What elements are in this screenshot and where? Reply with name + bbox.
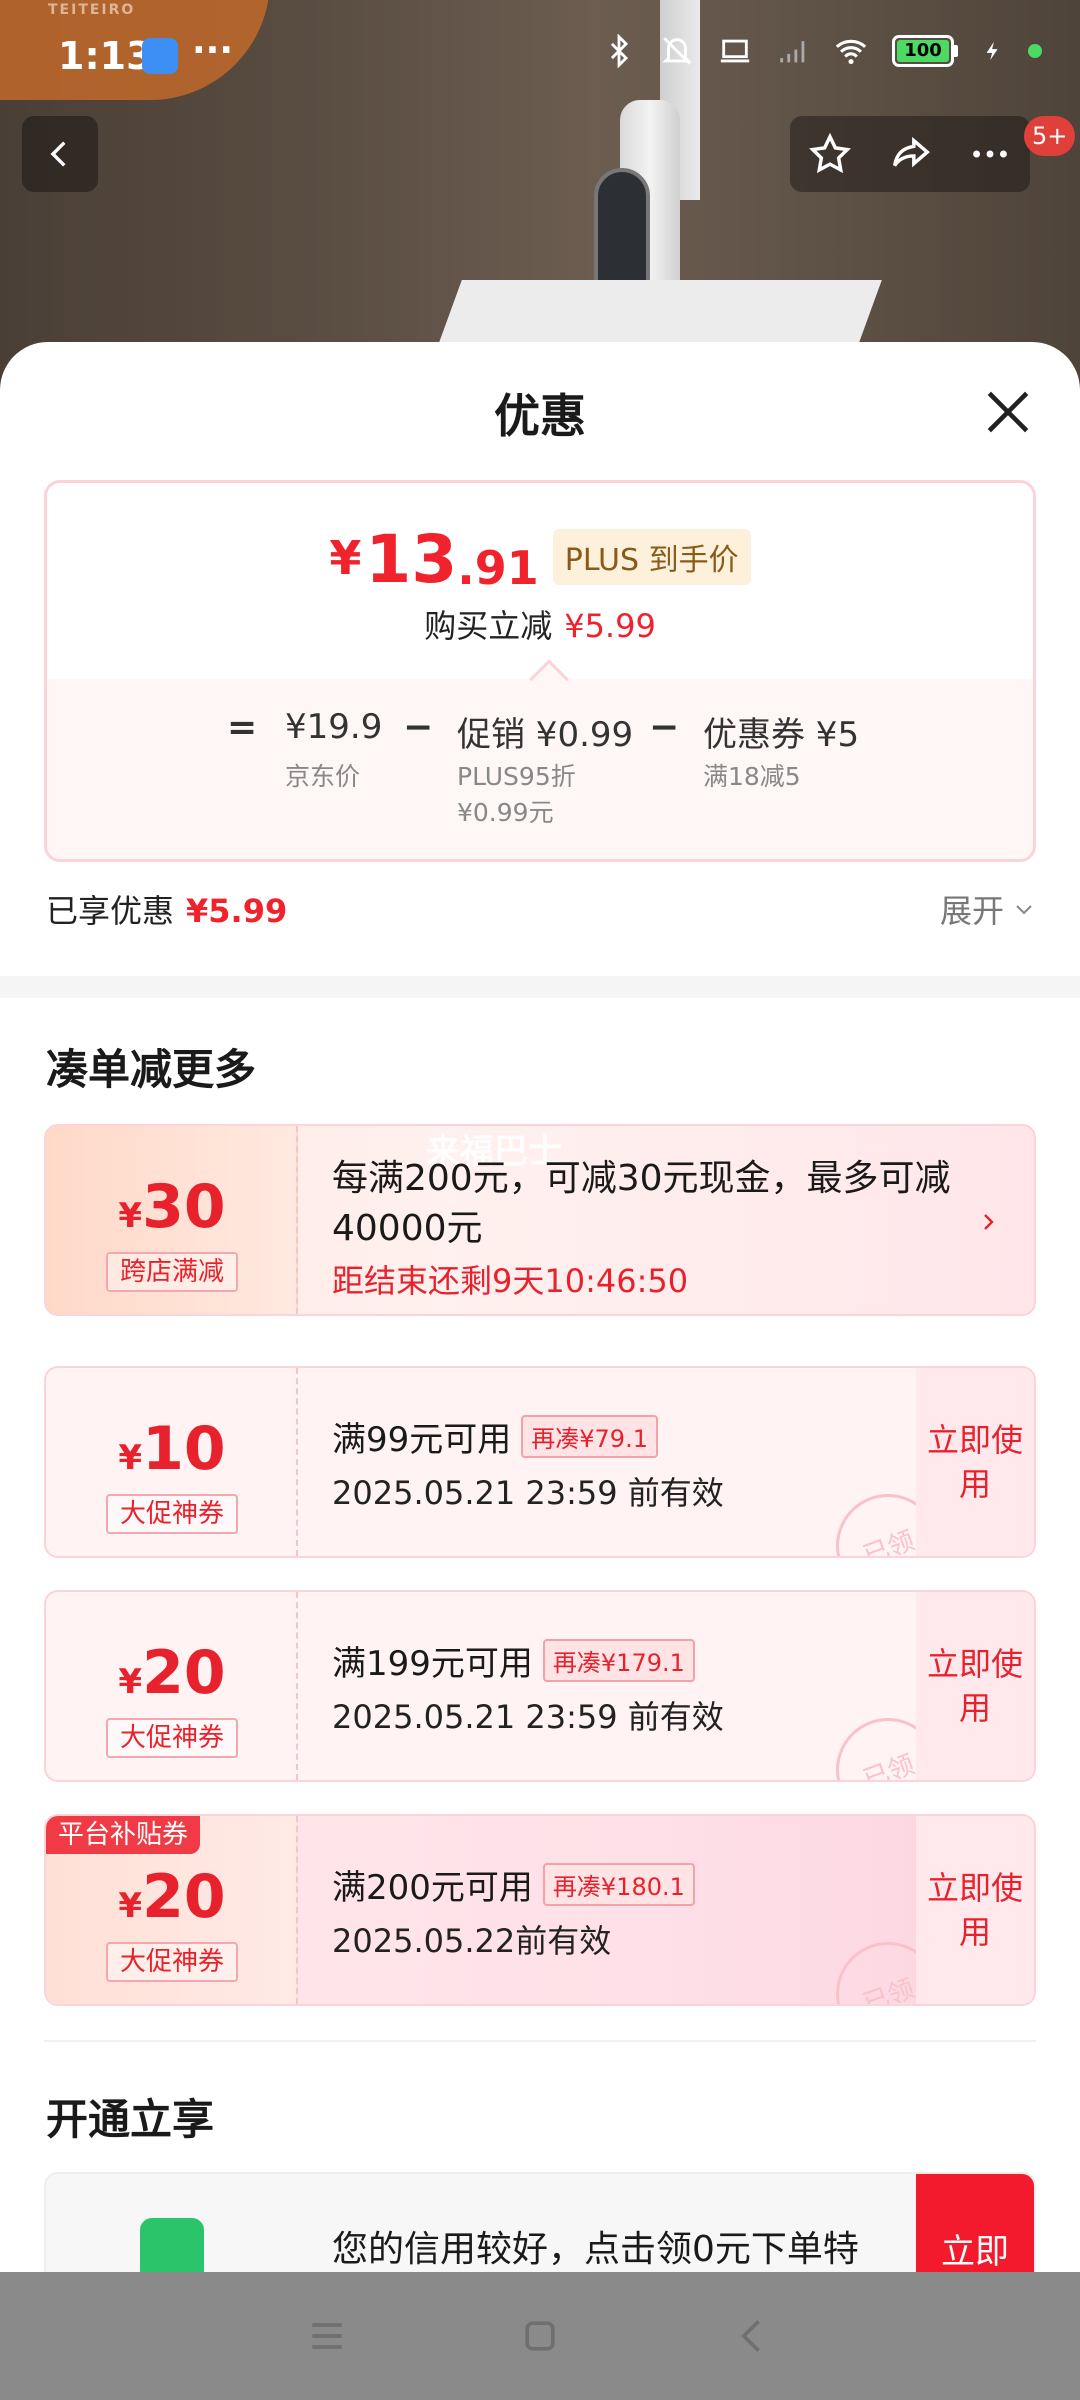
credit-offer-text: 您的信用较好，点击领0元下单特: [332, 2229, 859, 2270]
jd-price-label: 京东价: [285, 762, 361, 791]
price-currency: ¥: [329, 531, 362, 585]
product-actions: [790, 116, 1030, 192]
promo-countdown: 距结束还剩9天10:46:50: [332, 1262, 689, 1300]
section-title-more: 凑单减更多: [46, 1045, 257, 1094]
back-button[interactable]: [22, 116, 98, 192]
expand-label: 展开: [939, 892, 1004, 930]
add-more-chip: 再凑¥180.1: [542, 1863, 695, 1906]
coupon-tag: 大促神券: [106, 1494, 238, 1534]
buy-reduce-value: ¥5.99: [564, 607, 656, 645]
platform-subsidy-tag: 平台补贴券: [46, 1816, 201, 1854]
expand-button[interactable]: 展开: [940, 886, 1036, 932]
buy-reduce: 购买立减 ¥5.99: [47, 601, 1033, 647]
message-badge: 5+: [1024, 116, 1076, 156]
coupon-card: ¥20 大促神券 满199元可用 再凑¥179.1 2025.05.21 23:5…: [44, 1590, 1036, 1782]
coupon-amount: ¥20: [118, 1638, 226, 1708]
coupon-value: 优惠券 ¥5: [703, 715, 860, 755]
promo-sub: PLUS95折: [457, 762, 576, 791]
status-time: 1:13: [58, 34, 153, 78]
system-nav-bar: [0, 2272, 1080, 2400]
promo-description: 每满200元，可减30元现金，最多可减40000元: [332, 1158, 951, 1249]
coupon-card: ¥20 大促神券 平台补贴券 满200元可用 再凑¥180.1 2025.05.2…: [44, 1814, 1036, 2006]
promo-amount: ¥30: [118, 1172, 226, 1242]
plus-price-tag: PLUS 到手价: [552, 529, 751, 585]
more-icon[interactable]: [967, 131, 1013, 177]
coupon-card: ¥10 大促神券 满99元可用 再凑¥79.1 2025.05.21 23:59 …: [44, 1366, 1036, 1558]
bluetooth-icon: [610, 34, 629, 68]
equals-sign: =: [227, 707, 258, 748]
cross-store-promo[interactable]: 来福巴士 ¥30 跨店满减 每满200元，可减30元现金，最多可减40000元 …: [44, 1124, 1036, 1316]
section-title-open: 开通立享: [46, 2095, 215, 2144]
charging-icon: [986, 41, 998, 61]
price-card: ¥ 13 .91 PLUS 到手价 购买立减 ¥5.99 = ¥19.9 京东价 …: [44, 480, 1036, 862]
back-nav-icon[interactable]: [723, 2306, 783, 2366]
menu-icon[interactable]: [297, 2306, 357, 2366]
minus-sign-2: −: [649, 707, 680, 748]
coupon-tag: 大促神券: [106, 1942, 238, 1982]
chevron-right-icon: [984, 1214, 994, 1230]
use-now-button[interactable]: 立即使用: [916, 1816, 1034, 2004]
coupon-sub: 满18减5: [703, 762, 801, 791]
promo-sub-amount: ¥0.99元: [457, 798, 554, 827]
mute-icon: [662, 37, 692, 65]
use-now-button[interactable]: 立即使用: [916, 1368, 1034, 1556]
enjoyed-value: ¥5.99: [186, 892, 288, 930]
coupon-condition: 满99元可用 再凑¥79.1: [332, 1412, 658, 1461]
price-breakdown: = ¥19.9 京东价 − 促销 ¥0.99 PLUS95折 ¥0.99元 − …: [47, 659, 1033, 859]
price-decimal: .91: [457, 541, 539, 595]
coupon-validity: 2025.05.21 23:59 前有效: [332, 1698, 724, 1736]
chevron-left-icon: [50, 141, 66, 167]
enjoyed-discount: 已享优惠 ¥5.99: [46, 886, 287, 932]
use-now-button[interactable]: 立即使用: [916, 1592, 1034, 1780]
credit-offer-card: 您的信用较好，点击领0元下单特 立即: [44, 2172, 1036, 2272]
sheet-title: 优惠: [494, 389, 586, 443]
home-icon[interactable]: [510, 2306, 570, 2366]
section-divider-line: [44, 2040, 1036, 2042]
section-divider: [0, 976, 1080, 998]
add-more-chip: 再凑¥179.1: [542, 1639, 695, 1682]
final-price: ¥ 13 .91 PLUS 到手价: [47, 527, 1033, 593]
price-integer: 13: [365, 521, 458, 598]
buy-reduce-label: 购买立减: [424, 607, 553, 645]
promo-value: 促销 ¥0.99: [457, 715, 634, 755]
coupon-amount: ¥20: [118, 1862, 226, 1932]
app-notification-icon: [142, 38, 178, 74]
laptop-icon: [720, 39, 750, 63]
coupon-validity: 2025.05.22前有效: [332, 1922, 612, 1960]
wifi-icon: [835, 39, 867, 65]
coupon-validity: 2025.05.21 23:59 前有效: [332, 1474, 724, 1512]
coupon-condition: 满199元可用 再凑¥179.1: [332, 1636, 695, 1685]
battery-level: 100: [897, 40, 949, 62]
coupon-condition: 满200元可用 再凑¥180.1: [332, 1860, 695, 1909]
coupon-tag: 大促神券: [106, 1718, 238, 1758]
shopping-bag-icon: [140, 2218, 204, 2272]
share-icon[interactable]: [887, 131, 933, 177]
add-more-chip: 再凑¥79.1: [521, 1415, 658, 1458]
enjoyed-label: 已享优惠: [46, 892, 175, 930]
close-icon[interactable]: [980, 384, 1036, 440]
star-icon[interactable]: [807, 131, 853, 177]
minus-sign: −: [403, 707, 434, 748]
signal-icon: [780, 41, 805, 63]
discount-sheet: 优惠 ¥ 13 .91 PLUS 到手价 购买立减 ¥5.99 = ¥19.9 京…: [0, 342, 1080, 2272]
coupon-amount: ¥10: [118, 1414, 226, 1484]
open-now-button[interactable]: 立即: [916, 2174, 1034, 2272]
jd-price: ¥19.9: [285, 707, 383, 747]
status-bar: 1:13 ··· 100: [0, 0, 1080, 110]
battery-icon: 100: [892, 35, 958, 67]
charging-dot: [1028, 44, 1042, 58]
promo-tag: 跨店满减: [106, 1252, 238, 1292]
chevron-down-icon: [1016, 905, 1032, 915]
status-more-icon: ···: [192, 30, 234, 71]
